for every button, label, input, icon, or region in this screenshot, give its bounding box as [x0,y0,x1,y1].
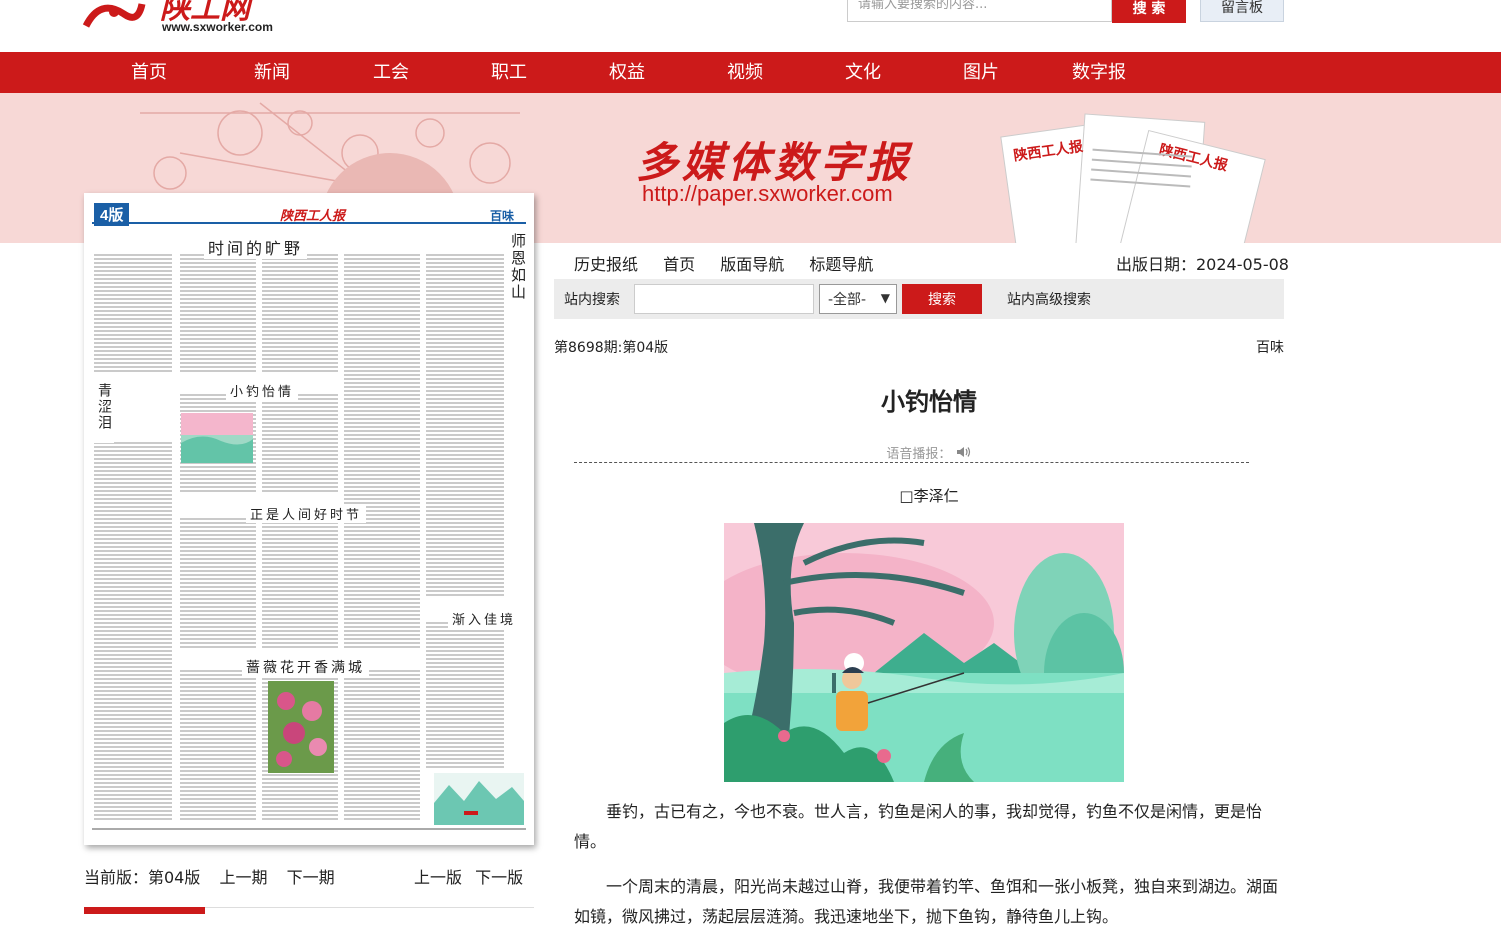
next-issue-link[interactable]: 下一期 [287,868,335,887]
current-page-label: 当前版：第04版 [84,868,201,887]
search-input[interactable]: 请输入要搜索的内容... [847,0,1112,22]
paper-vertical-headline[interactable]: 师恩如山 [508,233,529,313]
nav-item-union[interactable]: 工会 [351,52,431,93]
home-link[interactable]: 首页 [663,255,695,274]
nav-item-workers[interactable]: 职工 [469,52,549,93]
paper-section-name: 百味 [490,209,515,223]
article-author: □李泽仁 [899,487,959,505]
speaker-icon[interactable] [956,446,972,458]
site-search-button[interactable]: 搜索 [902,284,982,314]
article-paragraph: 垂钓，古已有之，今也不衰。世人言，钓鱼是闲人的事，我却觉得，钓鱼不仅是闲情，更是… [574,802,1263,851]
nav-item-photos[interactable]: 图片 [941,52,1021,93]
prev-page-link[interactable]: 上一版 [414,868,462,887]
main-nav: 首页 新闻 工会 职工 权益 视频 文化 图片 数字报 [0,52,1501,93]
paper-headline[interactable]: 正是人间好时节 [246,504,367,523]
page-number-tag: 4版 [94,203,130,226]
site-search-input[interactable] [634,284,814,314]
search-scope-value: -全部- [828,292,867,308]
paper-headline[interactable]: 时间的旷野 [204,235,308,259]
paper-masthead: 陕西工人报 [280,209,346,224]
paper-headline[interactable]: 蔷薇花开香满城 [242,657,369,677]
nav-item-home[interactable]: 首页 [109,52,189,93]
nav-item-culture[interactable]: 文化 [823,52,903,93]
paper-headline[interactable]: 小钓怡情 [226,381,299,400]
logo-url: www.sxworker.com [162,20,273,34]
guestbook-button[interactable]: 留言板 [1200,0,1284,22]
paper-illustration-fishing [181,413,253,463]
article-paragraph: 一个周末的清晨，阳光尚未越过山脊，我便带着钓竿、鱼饵和一张小板凳，独自来到湖边。… [574,877,1279,926]
nav-item-video[interactable]: 视频 [705,52,785,93]
page-switch-nav: 上一版 下一版 [414,864,531,888]
paper-illustration-landscape [434,773,524,825]
site-search-bar: 站内搜索 -全部- ▼ 搜索 站内高级搜索 [554,279,1284,319]
current-page-nav: 当前版：第04版 上一期 下一期 [84,864,349,888]
publish-date: 出版日期：2024-05-08 [1116,255,1289,274]
paper-headline[interactable]: 渐入佳境 [448,609,521,628]
page-nav-link[interactable]: 版面导航 [720,255,784,274]
chevron-down-icon: ▼ [880,291,890,305]
nav-item-epaper[interactable]: 数字报 [1059,52,1139,93]
top-header: 陕工网 www.sxworker.com 请输入要搜索的内容... 搜 索 留言… [0,0,1501,52]
article-illustration[interactable] [724,523,1124,782]
voice-broadcast-label: 语音播报： [886,447,952,462]
paper-toolbar: 历史报纸 首页 版面导航 标题导航 [574,251,893,275]
newspaper-page-image[interactable]: 4版 陕西工人报 百味 时间的旷野 小钓怡情 正是人间好时节 渐入佳境 蔷薇花开… [84,193,534,845]
issue-info: 第8698期:第04版 [554,340,669,356]
title-nav-link[interactable]: 标题导航 [809,255,873,274]
section-name: 百味 [1256,340,1284,356]
paper-illustration-roses [268,681,334,773]
article-title: 小钓怡情 [881,388,977,416]
search-scope-select[interactable]: -全部- ▼ [819,284,897,314]
banner-url: http://paper.sxworker.com [642,181,893,206]
prev-issue-link[interactable]: 上一期 [219,868,267,887]
nav-item-rights[interactable]: 权益 [587,52,667,93]
site-search-label: 站内搜索 [564,292,620,308]
advanced-search-link[interactable]: 站内高级搜索 [1007,289,1091,309]
history-papers-link[interactable]: 历史报纸 [574,255,638,274]
voice-broadcast: 语音播报： [574,443,1284,462]
next-page-link[interactable]: 下一版 [475,868,523,887]
nav-item-news[interactable]: 新闻 [232,52,312,93]
title-divider [574,462,1249,463]
paper-vertical-headline[interactable]: 青涩泪 [94,383,114,443]
search-button[interactable]: 搜 索 [1112,0,1186,23]
